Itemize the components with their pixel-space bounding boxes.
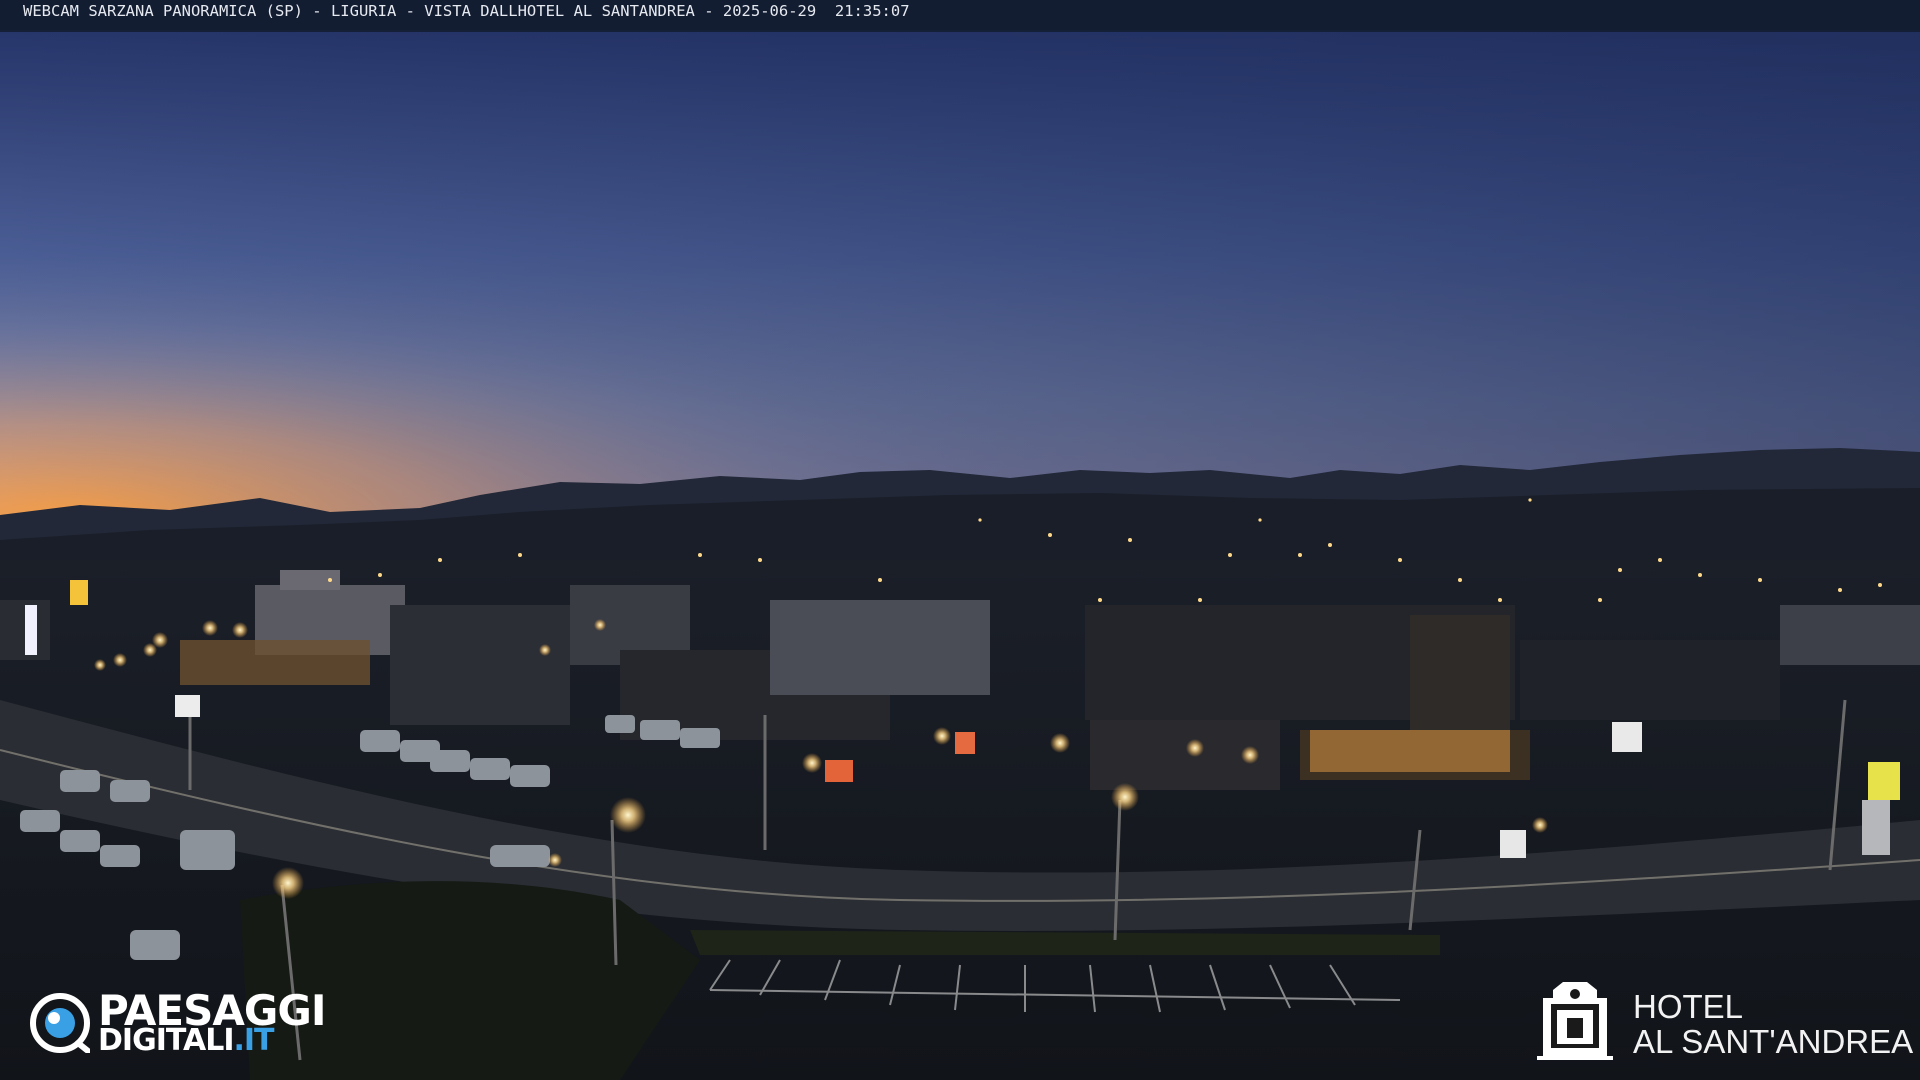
hotel-logo-line1: HOTEL (1633, 988, 1744, 1025)
paesaggi-digitali-logo: PAESAGGI DIGITALI.IT (30, 986, 350, 1060)
eye-icon (30, 993, 90, 1053)
logo-left-line2-main: DIGITALI (98, 1023, 234, 1058)
logo-left-line2-suffix: .IT (233, 1023, 274, 1058)
hotel-logo-line2: AL SANT'ANDREA (1633, 1023, 1914, 1060)
logo-left-line2: DIGITALI.IT (98, 1023, 275, 1058)
hotel-building-icon (1537, 982, 1613, 1060)
mcdonalds-strip (180, 640, 370, 685)
webcam-scene (0, 30, 1920, 1080)
storefront-glow (1310, 730, 1510, 772)
hotel-logo: HOTEL AL SANT'ANDREA (1533, 978, 1913, 1068)
webcam-title-overlay: WEBCAM SARZANA PANORAMICA (SP) - LIGURIA… (0, 0, 1920, 32)
sky-shade (0, 30, 1920, 530)
